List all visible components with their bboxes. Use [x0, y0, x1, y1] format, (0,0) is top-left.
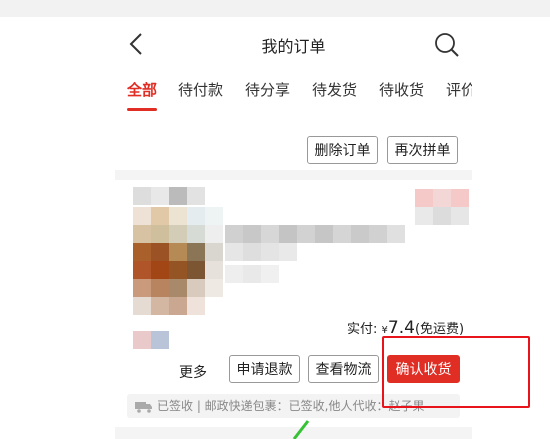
active-tab-indicator	[127, 108, 157, 111]
tab-pending-receipt[interactable]: 待收货	[379, 79, 424, 100]
tab-pending-share[interactable]: 待分享	[245, 79, 290, 100]
paid-amount: 实付: ¥7.4(免运费)	[347, 318, 464, 338]
rebuy-button[interactable]: 再次拼单	[387, 136, 458, 164]
tab-pending-payment[interactable]: 待付款	[178, 79, 223, 100]
request-refund-button[interactable]: 申请退款	[229, 355, 300, 383]
amount-value: 7.4	[387, 318, 415, 338]
tab-pending-shipment[interactable]: 待发货	[312, 79, 357, 100]
tab-review[interactable]: 评价	[446, 79, 472, 100]
tab-all[interactable]: 全部	[127, 79, 157, 100]
search-icon[interactable]	[433, 31, 461, 59]
more-link[interactable]: 更多	[179, 362, 207, 382]
page-title: 我的订单	[261, 37, 326, 56]
view-logistics-button[interactable]: 查看物流	[308, 355, 379, 383]
clipped-text-row	[235, 113, 435, 119]
paid-label: 实付:	[347, 322, 378, 337]
truck-icon	[135, 401, 152, 413]
arrow-annotation-icon	[292, 420, 310, 439]
order-divider	[115, 170, 472, 180]
delete-order-button[interactable]: 删除订单	[307, 136, 378, 164]
top-band	[0, 0, 550, 17]
highlight-box	[382, 336, 530, 408]
nav-header: 我的订单	[115, 17, 472, 72]
shipping-note: (免运费)	[414, 322, 465, 337]
order-tabs: 全部 待付款 待分享 待发货 待收货 评价	[115, 75, 472, 115]
